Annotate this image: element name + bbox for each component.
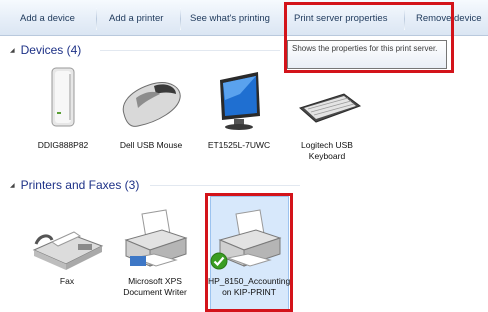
printer-label: Fax: [59, 276, 75, 286]
collapse-chevron-icon[interactable]: ◢: [10, 182, 15, 189]
devices-group-header[interactable]: ◢ Devices (4): [10, 42, 81, 58]
add-device-button[interactable]: Add a device: [20, 10, 75, 28]
monitor-icon: [220, 72, 260, 130]
printers-group-header[interactable]: ◢ Printers and Faxes (3): [10, 177, 139, 193]
fax-icon: [32, 231, 104, 270]
keyboard-icon: [299, 93, 362, 123]
printer-label: Microsoft XPS Document Writer: [123, 276, 187, 297]
external-drive-icon: [51, 67, 75, 127]
device-label: Logitech USB Keyboard: [301, 140, 353, 161]
see-whats-printing-button[interactable]: See what's printing: [190, 10, 270, 28]
mouse-icon: [122, 82, 181, 127]
add-printer-button[interactable]: Add a printer: [109, 10, 163, 28]
device-label: DDIG888P82: [37, 140, 89, 150]
group-divider: [150, 185, 300, 186]
device-label: ET1525L-7UWC: [207, 140, 271, 150]
toolbar-separator: [96, 8, 97, 30]
highlight-box-selected-printer: [205, 193, 293, 312]
group-divider: [100, 50, 280, 51]
highlight-box-print-server: [284, 2, 454, 73]
printer-icon: [124, 209, 188, 267]
device-label: Dell USB Mouse: [119, 140, 183, 150]
printers-group-title: Printers and Faxes (3): [20, 178, 140, 192]
toolbar-separator: [180, 8, 181, 30]
collapse-chevron-icon[interactable]: ◢: [10, 47, 15, 54]
devices-group-title: Devices (4): [20, 43, 82, 57]
